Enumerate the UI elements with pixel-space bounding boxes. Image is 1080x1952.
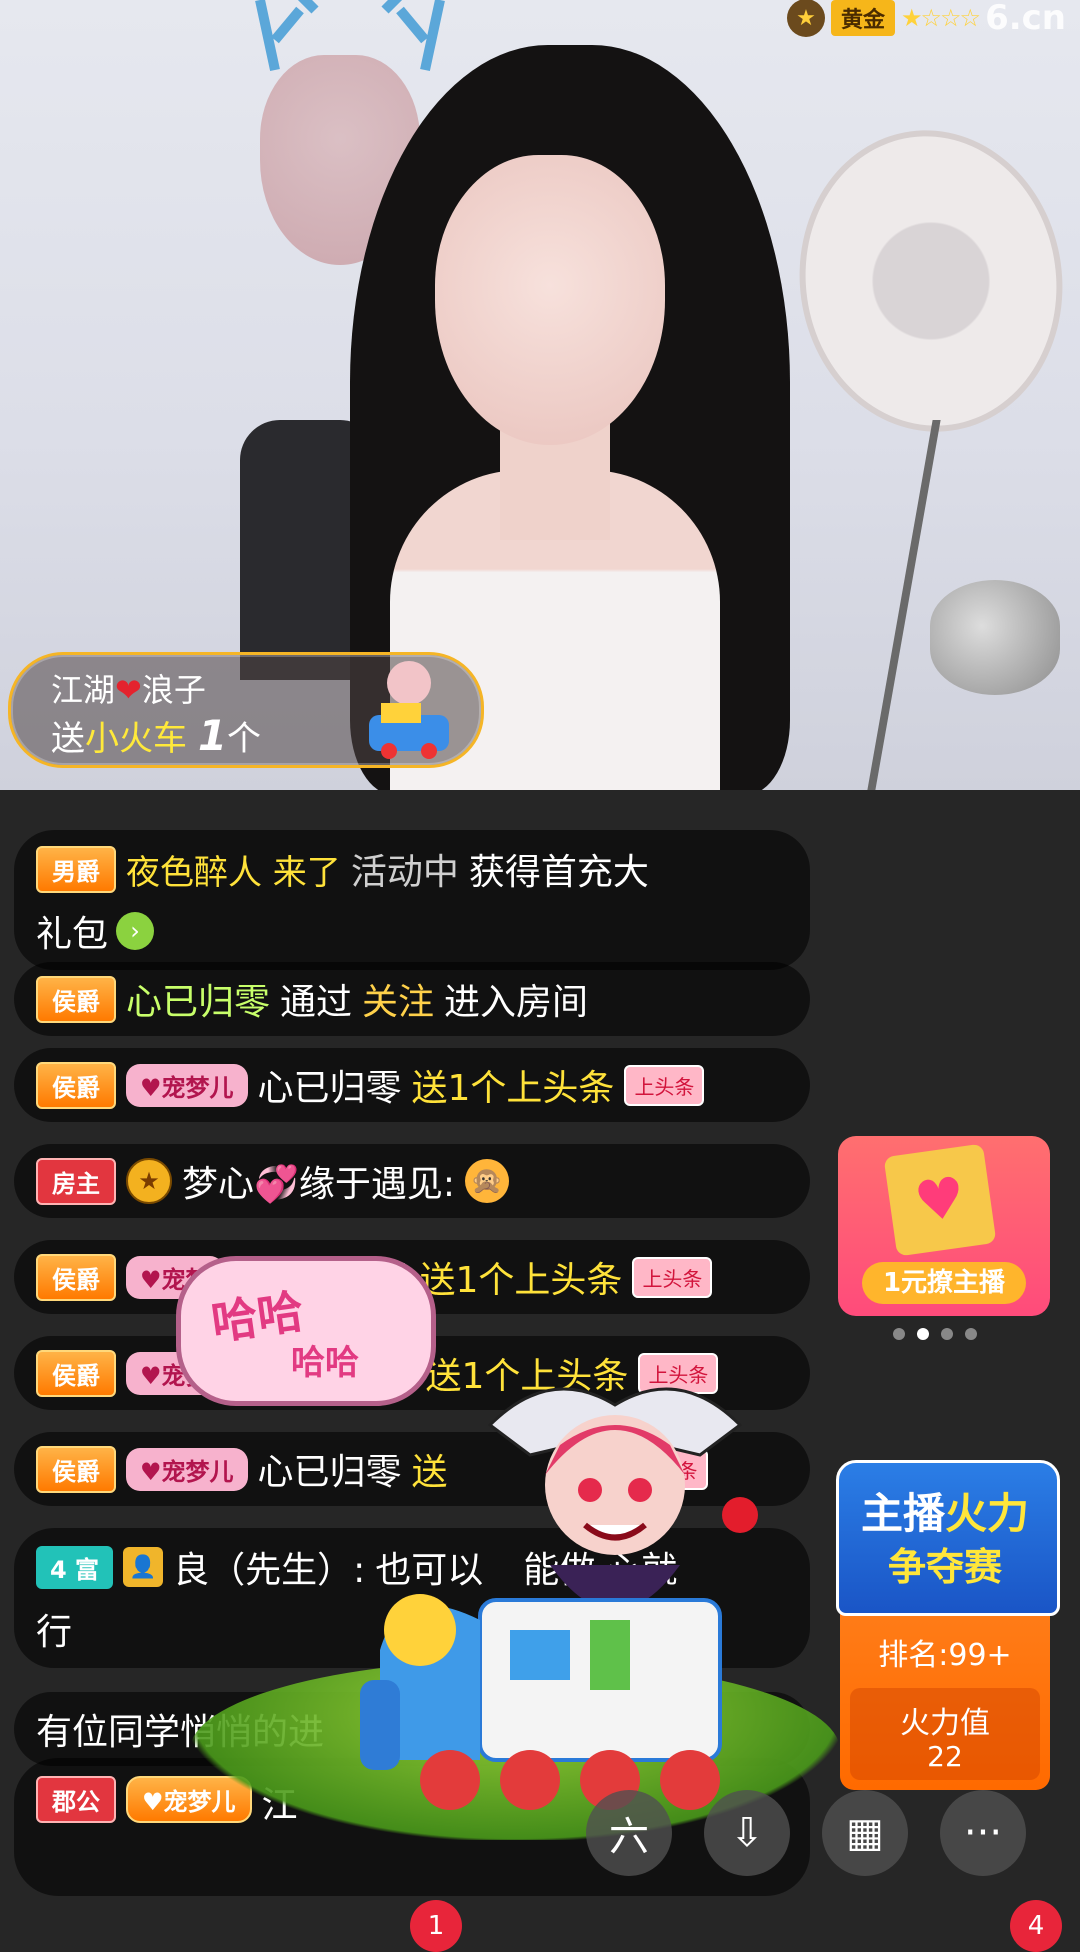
rank-level: 黄金 bbox=[830, 0, 895, 36]
carousel-dots bbox=[893, 1328, 977, 1340]
contest-title: 主播火力 bbox=[860, 1489, 1030, 1538]
microphone bbox=[930, 580, 1060, 695]
owner-tag: 房主 bbox=[36, 1157, 116, 1205]
lamp-stand bbox=[867, 420, 941, 790]
gift-count: 1 bbox=[197, 711, 228, 760]
site-watermark: 6.cn bbox=[985, 0, 1066, 38]
rank-tag: 侯爵 bbox=[36, 1061, 116, 1109]
fire-value: 22 bbox=[927, 1740, 963, 1773]
chat-message: 男爵 夜色醉人 来了 活动中 获得首充大 礼包 › bbox=[14, 830, 810, 970]
carousel-dot bbox=[965, 1328, 977, 1340]
promo-label: 1元撩主播 bbox=[862, 1262, 1026, 1304]
star-medal-icon: ★ bbox=[126, 1158, 172, 1204]
heart-card-icon: ♥ bbox=[883, 1143, 997, 1257]
gift-notification: 江湖❤浪子 送小火车 1个 bbox=[8, 652, 484, 768]
grid-menu-icon[interactable]: ▦ bbox=[822, 1790, 908, 1876]
notification-badge: 4 bbox=[1010, 1900, 1062, 1952]
join-notice: 夜色醉人 来了 bbox=[126, 852, 341, 893]
streamer-face bbox=[435, 155, 665, 445]
gift-thumbnail-icon bbox=[369, 661, 449, 759]
user-icon: 👤 bbox=[123, 1547, 164, 1587]
rank-tag: 侯爵 bbox=[36, 1349, 116, 1397]
username[interactable]: 梦心💞缘于遇见: bbox=[182, 1155, 455, 1207]
rank-tag: 男爵 bbox=[36, 845, 116, 893]
rank-tag: 侯爵 bbox=[36, 1253, 116, 1301]
chat-message: 侯爵 ♥宠梦儿 心已归零 送1个上头条 上头条 bbox=[14, 1048, 810, 1122]
carousel-dot bbox=[941, 1328, 953, 1340]
wealth-tag: 4 富 bbox=[36, 1545, 114, 1589]
gift-line: 送小火车 1个 bbox=[51, 711, 262, 760]
contest-rank: 排名:99+ bbox=[878, 1638, 1012, 1673]
headline-sticker-icon: 上头条 bbox=[632, 1256, 713, 1298]
download-icon[interactable]: ⇩ bbox=[704, 1790, 790, 1876]
six-room-button[interactable]: 六 bbox=[586, 1790, 672, 1876]
gift-sender: 江湖❤浪子 bbox=[51, 671, 206, 709]
heart-icon: ❤ bbox=[115, 671, 142, 709]
train-gift-animation bbox=[360, 1594, 722, 1810]
fan-lamp bbox=[780, 113, 1080, 449]
firepower-contest-banner[interactable]: 主播火力 争夺赛 排名:99+ 火力值 22 bbox=[836, 1460, 1060, 1790]
username[interactable]: 心已归零 bbox=[258, 1443, 402, 1495]
username[interactable]: 良（先生）: bbox=[173, 1541, 365, 1593]
gift-name: 小火车 bbox=[85, 719, 187, 759]
chat-message: 侯爵 心已归零 通过 关注 进入房间 bbox=[14, 962, 810, 1036]
medal-icon: ★ bbox=[786, 0, 825, 37]
headline-sticker-icon: 上头条 bbox=[624, 1064, 705, 1106]
username[interactable]: 心已归零 bbox=[126, 973, 270, 1025]
rank-stars: ★☆☆☆ bbox=[901, 4, 981, 32]
emoji-icon: 🙊 bbox=[464, 1159, 509, 1203]
username[interactable]: 心已归零 bbox=[258, 1059, 402, 1111]
notification-badge: 1 bbox=[410, 1900, 462, 1952]
rank-tag: 郡公 bbox=[36, 1776, 116, 1823]
carousel-dot-active bbox=[917, 1328, 929, 1340]
rank-tag: 侯爵 bbox=[36, 1445, 116, 1493]
chat-message: 房主 ★ 梦心💞缘于遇见: 🙊 bbox=[14, 1144, 810, 1218]
contest-subtitle: 争夺赛 bbox=[887, 1545, 1002, 1589]
rank-tag: 侯爵 bbox=[36, 975, 116, 1023]
pet-tag: ♥宠梦儿 bbox=[126, 1063, 248, 1107]
pet-tag: ♥宠梦儿 bbox=[126, 1447, 248, 1491]
anchor-rank-badge[interactable]: ★ 黄金 ★☆☆☆ 6.cn bbox=[786, 0, 1066, 38]
promo-banner[interactable]: ♥ 1元撩主播 bbox=[838, 1136, 1050, 1316]
more-options-icon[interactable]: ··· bbox=[940, 1790, 1026, 1876]
fire-label: 火力值 bbox=[900, 1706, 990, 1741]
laugh-sticker: 哈哈 哈哈 bbox=[176, 1256, 436, 1406]
chevron-right-icon[interactable]: › bbox=[116, 912, 155, 950]
carousel-dot bbox=[893, 1328, 905, 1340]
